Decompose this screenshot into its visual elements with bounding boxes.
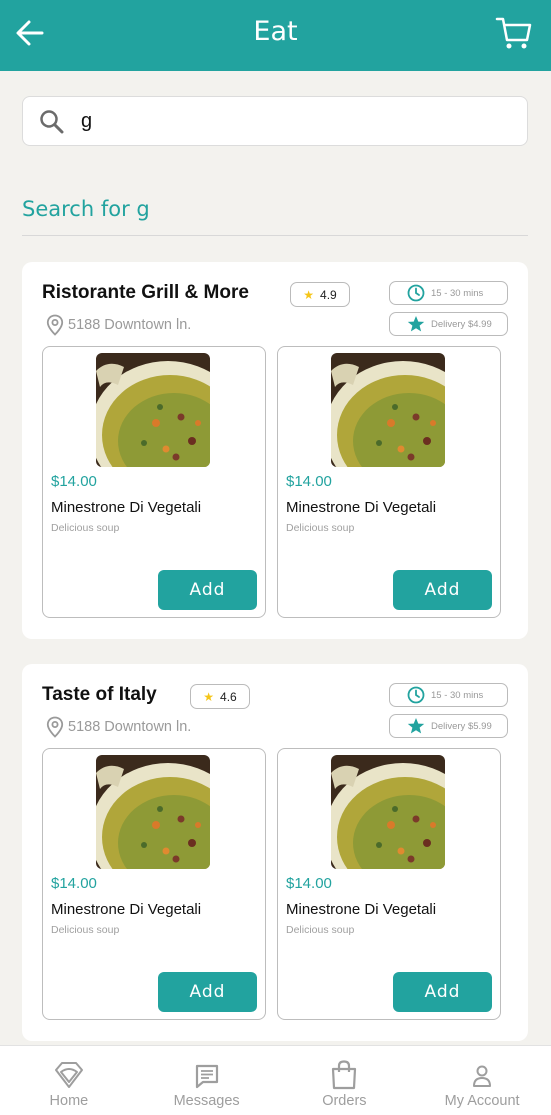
rating-value: 4.9	[320, 287, 337, 302]
item-name: Minestrone Di Vegetali	[51, 901, 202, 918]
restaurant-card[interactable]: Ristorante Grill & More ★ 4.9 15 - 30 mi…	[22, 262, 528, 639]
search-results-heading: Search for g	[22, 197, 150, 221]
restaurant-name: Ristorante Grill & More	[42, 282, 249, 303]
user-icon	[473, 1065, 492, 1087]
menu-item-card[interactable]: $14.00 Minestrone Di Vegetali Delicious …	[277, 346, 501, 618]
app-header: Eat	[0, 0, 551, 71]
add-to-cart-button[interactable]: Add	[158, 570, 257, 610]
shopping-bag-icon	[332, 1060, 357, 1090]
nav-item-messages[interactable]: Messages	[138, 1046, 276, 1115]
item-price: $14.00	[51, 473, 97, 490]
restaurant-card[interactable]: Taste of Italy ★ 4.6 15 - 30 mins Delive…	[22, 664, 528, 1041]
item-description: Delicious soup	[286, 522, 355, 534]
item-price: $14.00	[286, 875, 332, 892]
address-text: 5188 Downtown ln.	[68, 317, 192, 333]
item-price: $14.00	[286, 473, 332, 490]
clock-icon	[407, 284, 425, 302]
item-description: Delicious soup	[286, 924, 355, 936]
food-image	[331, 353, 445, 467]
search-input[interactable]	[81, 105, 501, 137]
food-image	[96, 755, 210, 869]
menu-item-card[interactable]: $14.00 Minestrone Di Vegetali Delicious …	[42, 346, 266, 618]
item-name: Minestrone Di Vegetali	[286, 901, 437, 918]
address-text: 5188 Downtown ln.	[68, 719, 192, 735]
item-name: Minestrone Di Vegetali	[286, 499, 437, 516]
delivery-fee-text: Delivery $4.99	[431, 318, 492, 330]
rating-badge: ★ 4.9	[290, 282, 350, 307]
rating-value: 4.6	[220, 689, 237, 704]
rating-badge: ★ 4.6	[190, 684, 250, 709]
nav-label: Orders	[322, 1093, 367, 1109]
food-image	[96, 353, 210, 467]
bottom-navigation: Home Messages Orders My Account	[0, 1045, 551, 1115]
star-icon	[407, 718, 425, 734]
nav-label: Messages	[173, 1093, 240, 1109]
add-to-cart-button[interactable]: Add	[158, 972, 257, 1012]
cart-icon[interactable]	[495, 14, 533, 52]
location-pin-icon	[46, 716, 64, 738]
restaurant-name: Taste of Italy	[42, 684, 157, 705]
nav-label: My Account	[444, 1093, 520, 1109]
nav-item-home[interactable]: Home	[0, 1046, 138, 1115]
page-title: Eat	[253, 16, 298, 47]
food-image	[331, 755, 445, 869]
delivery-time-text: 15 - 30 mins	[431, 287, 484, 299]
home-icon	[54, 1062, 83, 1088]
search-bar	[22, 96, 528, 146]
nav-item-orders[interactable]: Orders	[276, 1046, 414, 1115]
add-to-cart-button[interactable]: Add	[393, 570, 492, 610]
item-price: $14.00	[51, 875, 97, 892]
add-to-cart-button[interactable]: Add	[393, 972, 492, 1012]
delivery-time-text: 15 - 30 mins	[431, 689, 484, 701]
delivery-fee-badge: Delivery $5.99	[389, 714, 508, 738]
delivery-time-badge: 15 - 30 mins	[389, 683, 508, 707]
star-icon	[407, 316, 425, 332]
menu-item-card[interactable]: $14.00 Minestrone Di Vegetali Delicious …	[277, 748, 501, 1020]
messages-icon	[195, 1064, 218, 1089]
item-name: Minestrone Di Vegetali	[51, 499, 202, 516]
menu-item-card[interactable]: $14.00 Minestrone Di Vegetali Delicious …	[42, 748, 266, 1020]
item-description: Delicious soup	[51, 522, 120, 534]
nav-label: Home	[49, 1093, 89, 1109]
star-icon: ★	[203, 689, 215, 704]
search-icon	[40, 110, 64, 134]
nav-item-my-account[interactable]: My Account	[413, 1046, 551, 1115]
clock-icon	[407, 686, 425, 704]
restaurant-address: 5188 Downtown ln.	[46, 314, 191, 336]
star-icon: ★	[303, 287, 315, 302]
delivery-fee-badge: Delivery $4.99	[389, 312, 508, 336]
item-description: Delicious soup	[51, 924, 120, 936]
location-pin-icon	[46, 314, 64, 336]
restaurant-address: 5188 Downtown ln.	[46, 716, 191, 738]
delivery-fee-text: Delivery $5.99	[431, 720, 492, 732]
delivery-time-badge: 15 - 30 mins	[389, 281, 508, 305]
divider	[22, 235, 528, 236]
